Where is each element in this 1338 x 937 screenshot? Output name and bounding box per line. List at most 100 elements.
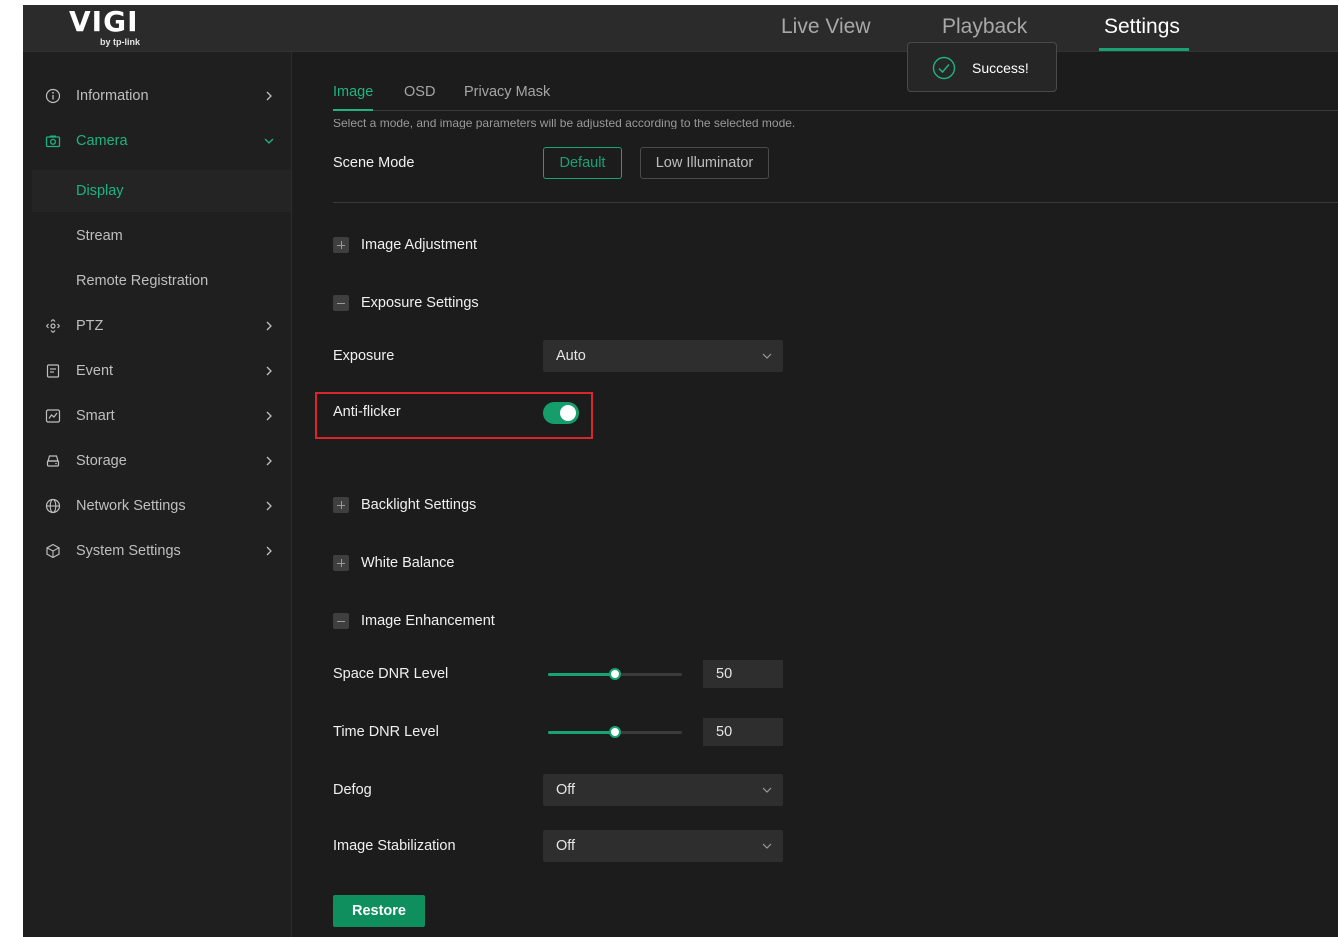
sidebar-item-label: PTZ: [76, 318, 104, 334]
time-dnr-slider[interactable]: [548, 726, 682, 738]
section-title: Backlight Settings: [361, 497, 477, 513]
tab-active-indicator: [333, 109, 373, 111]
sidebar-item-label: Smart: [76, 408, 115, 424]
sidebar-item-network-settings[interactable]: Network Settings: [23, 486, 292, 526]
defog-label: Defog: [333, 782, 372, 798]
chevron-down-icon: [263, 135, 275, 147]
logo-text: VIGI: [69, 5, 139, 38]
time-dnr-label: Time DNR Level: [333, 724, 439, 740]
toast-message: Success!: [972, 60, 1029, 76]
sidebar-item-system-settings[interactable]: System Settings: [23, 531, 292, 571]
globe-icon: [45, 498, 61, 514]
space-dnr-label: Space DNR Level: [333, 666, 449, 682]
sidebar-subitem-stream[interactable]: Stream: [32, 215, 291, 257]
app-window: VIGI by tp-link Live View Playback Setti…: [23, 5, 1338, 937]
anti-flicker-toggle[interactable]: [543, 402, 579, 424]
restore-button[interactable]: Restore: [333, 895, 425, 927]
toggle-knob: [560, 405, 576, 421]
section-white-balance[interactable]: White Balance: [333, 553, 455, 573]
nav-tab-live-view[interactable]: Live View: [781, 13, 871, 43]
slider-thumb[interactable]: [609, 668, 621, 680]
sidebar-subitem-remote-registration[interactable]: Remote Registration: [32, 260, 291, 302]
check-circle-icon: [932, 56, 956, 80]
nav-tab-playback[interactable]: Playback: [942, 13, 1027, 43]
slider-thumb[interactable]: [609, 726, 621, 738]
event-icon: [45, 363, 61, 379]
sidebar-item-label: Camera: [76, 133, 128, 149]
sidebar-item-event[interactable]: Event: [23, 351, 292, 391]
collapse-minus-icon: [333, 613, 349, 629]
section-image-enhancement[interactable]: Image Enhancement: [333, 611, 495, 631]
scene-mode-hint: Select a mode, and image parameters will…: [333, 119, 796, 129]
chevron-right-icon: [263, 500, 275, 512]
tab-osd[interactable]: OSD: [404, 84, 435, 100]
vigi-logo[interactable]: VIGI by tp-link: [69, 7, 159, 49]
sidebar-item-label: Event: [76, 363, 114, 379]
success-toast: Success!: [907, 42, 1057, 92]
chevron-right-icon: [263, 455, 275, 467]
tabs-divider: [333, 110, 1338, 111]
top-bar: VIGI by tp-link Live View Playback Setti…: [23, 5, 1338, 52]
chevron-down-icon: [761, 784, 773, 796]
expand-plus-icon: [333, 555, 349, 571]
slider-fill: [548, 672, 615, 676]
chevron-right-icon: [263, 410, 275, 422]
camera-icon: [45, 133, 61, 149]
sidebar-subitem-label: Remote Registration: [76, 273, 209, 289]
image-stabilization-value: Off: [556, 838, 576, 854]
section-title: Image Adjustment: [361, 237, 478, 253]
section-divider: [333, 202, 1338, 203]
section-title: Exposure Settings: [361, 295, 479, 311]
logo-subtext: by tp-link: [100, 37, 140, 47]
section-backlight-settings[interactable]: Backlight Settings: [333, 495, 476, 515]
chevron-right-icon: [263, 545, 275, 557]
sidebar-item-label: Storage: [76, 453, 127, 469]
section-title: White Balance: [361, 555, 455, 571]
sidebar-item-smart[interactable]: Smart: [23, 396, 292, 436]
sidebar-item-storage[interactable]: Storage: [23, 441, 292, 481]
space-dnr-slider[interactable]: [548, 668, 682, 680]
tab-privacy-mask[interactable]: Privacy Mask: [464, 84, 550, 100]
expand-plus-icon: [333, 497, 349, 513]
space-dnr-input[interactable]: [703, 660, 783, 688]
chevron-down-icon: [761, 840, 773, 852]
time-dnr-input[interactable]: [703, 718, 783, 746]
sidebar: Information Camera Display Stream Remote…: [23, 52, 292, 937]
nav-active-indicator: [1099, 48, 1189, 51]
chevron-down-icon: [761, 350, 773, 362]
section-image-adjustment[interactable]: Image Adjustment: [333, 235, 477, 255]
image-stabilization-label: Image Stabilization: [333, 838, 456, 854]
sidebar-subitem-label: Stream: [76, 228, 123, 244]
anti-flicker-label: Anti-flicker: [333, 404, 401, 420]
sidebar-item-label: Network Settings: [76, 498, 186, 514]
storage-icon: [45, 453, 61, 469]
tab-image[interactable]: Image: [333, 84, 373, 100]
sidebar-item-information[interactable]: Information: [23, 76, 292, 116]
chevron-right-icon: [263, 365, 275, 377]
system-icon: [45, 543, 61, 559]
exposure-label: Exposure: [333, 348, 395, 364]
defog-select[interactable]: Off: [543, 774, 783, 806]
section-title: Image Enhancement: [361, 613, 495, 629]
exposure-select[interactable]: Auto: [543, 340, 783, 372]
image-stabilization-select[interactable]: Off: [543, 830, 783, 862]
smart-icon: [45, 408, 61, 424]
sidebar-subitem-display[interactable]: Display: [32, 170, 291, 212]
exposure-value: Auto: [556, 348, 586, 364]
scene-mode-label: Scene Mode: [333, 155, 415, 171]
section-exposure-settings[interactable]: Exposure Settings: [333, 293, 479, 313]
expand-plus-icon: [333, 237, 349, 253]
main-content: Image OSD Privacy Mask Select a mode, an…: [293, 52, 1338, 937]
scene-default-button[interactable]: Default: [543, 147, 622, 179]
chevron-right-icon: [263, 320, 275, 332]
sidebar-item-camera[interactable]: Camera: [23, 121, 292, 161]
sidebar-subitem-label: Display: [76, 183, 124, 199]
defog-value: Off: [556, 782, 576, 798]
sidebar-item-label: System Settings: [76, 543, 181, 559]
chevron-right-icon: [263, 90, 275, 102]
nav-tab-settings[interactable]: Settings: [1104, 13, 1180, 43]
scene-low-illuminator-button[interactable]: Low Illuminator: [640, 147, 769, 179]
collapse-minus-icon: [333, 295, 349, 311]
sidebar-item-ptz[interactable]: PTZ: [23, 306, 292, 346]
sidebar-item-label: Information: [76, 88, 149, 104]
